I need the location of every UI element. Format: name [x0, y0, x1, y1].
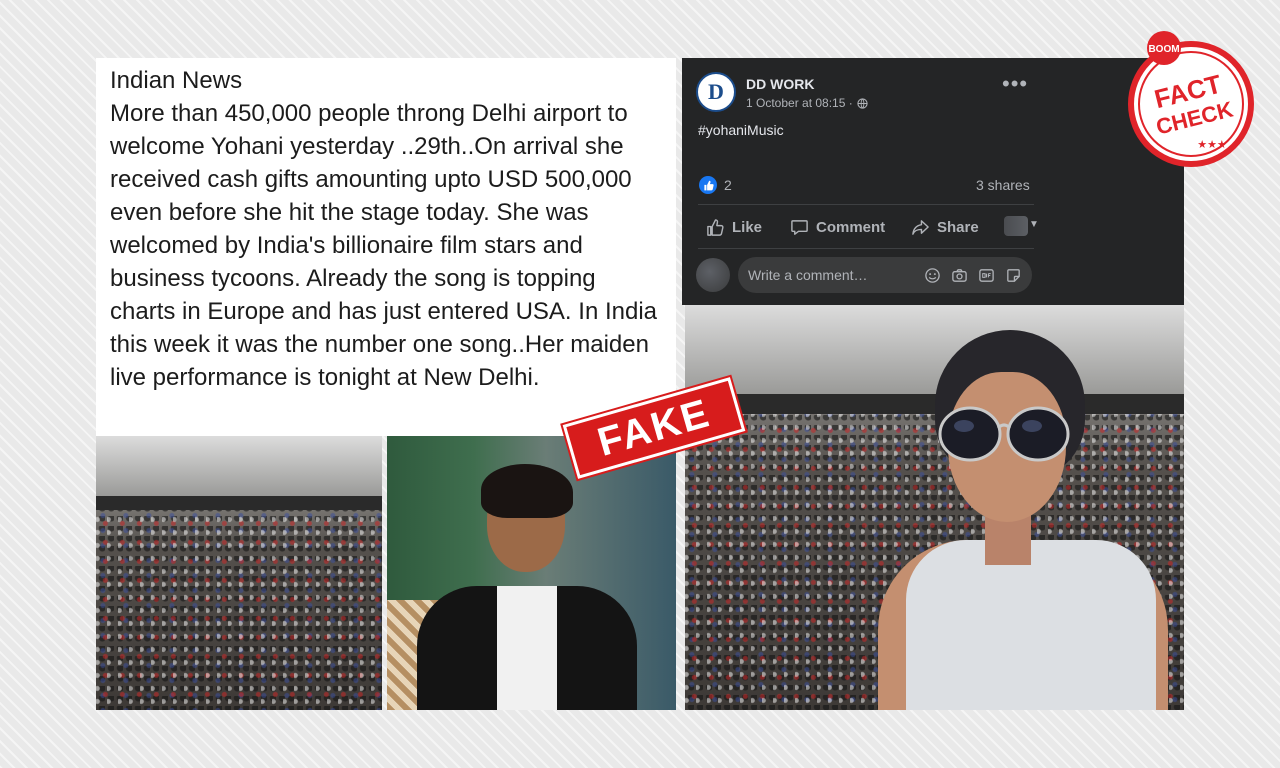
- tank-top: [906, 540, 1156, 710]
- comment-box[interactable]: [738, 257, 1032, 293]
- divider: [698, 248, 1034, 249]
- like-icon: [707, 218, 724, 236]
- sunglasses-icon: [938, 406, 1070, 462]
- reaction-count[interactable]: 2: [724, 177, 732, 193]
- like-button[interactable]: Like: [706, 216, 762, 238]
- post-body: More than 450,000 people throng Delhi ai…: [110, 100, 657, 391]
- comment-button[interactable]: Comment: [790, 216, 885, 238]
- woman-portrait-photo: [387, 436, 676, 710]
- airport-crowd-photo: [96, 436, 382, 710]
- page-avatar[interactable]: D: [696, 72, 736, 112]
- indian-news-post: Indian News More than 450,000 people thr…: [96, 58, 676, 436]
- gif-icon[interactable]: [978, 267, 995, 284]
- fact-check-seal-icon: BOOM FACT CHECK ★★★: [1128, 31, 1254, 167]
- post-timestamp[interactable]: 1 October at 08:15 ·: [746, 96, 868, 110]
- share-label: Share: [937, 218, 979, 236]
- avatar-logo: D: [708, 79, 724, 104]
- share-icon: [912, 219, 929, 235]
- comment-icon: [791, 219, 808, 235]
- divider: [698, 204, 1034, 205]
- comment-input[interactable]: [748, 267, 924, 283]
- timestamp-text: 1 October at 08:15 ·: [746, 96, 853, 110]
- globe-icon: [857, 97, 868, 109]
- hashtag-link[interactable]: #yohaniMusic: [698, 122, 784, 138]
- post-source: Indian News: [110, 67, 243, 94]
- chevron-down-icon[interactable]: ▼: [1029, 219, 1039, 230]
- user-avatar: [696, 258, 730, 292]
- more-options-icon[interactable]: •••: [1002, 73, 1028, 95]
- shares-count[interactable]: 3 shares: [976, 177, 1030, 193]
- audience-avatar[interactable]: [1004, 216, 1028, 236]
- like-label: Like: [732, 218, 763, 236]
- sticker-icon[interactable]: [1005, 267, 1022, 284]
- stars-icon: ★★★: [1197, 138, 1227, 151]
- comment-label: Comment: [816, 218, 886, 236]
- like-reaction-icon[interactable]: [699, 176, 717, 194]
- share-button[interactable]: Share: [911, 216, 979, 238]
- boom-text: BOOM: [1148, 44, 1179, 55]
- thumbs-up-icon: [703, 180, 714, 190]
- page-name-link[interactable]: DD WORK: [746, 76, 814, 92]
- facebook-post: D DD WORK 1 October at 08:15 · ••• #yoha…: [682, 58, 1184, 305]
- emoji-icon[interactable]: [924, 267, 941, 284]
- camera-icon[interactable]: [951, 267, 968, 284]
